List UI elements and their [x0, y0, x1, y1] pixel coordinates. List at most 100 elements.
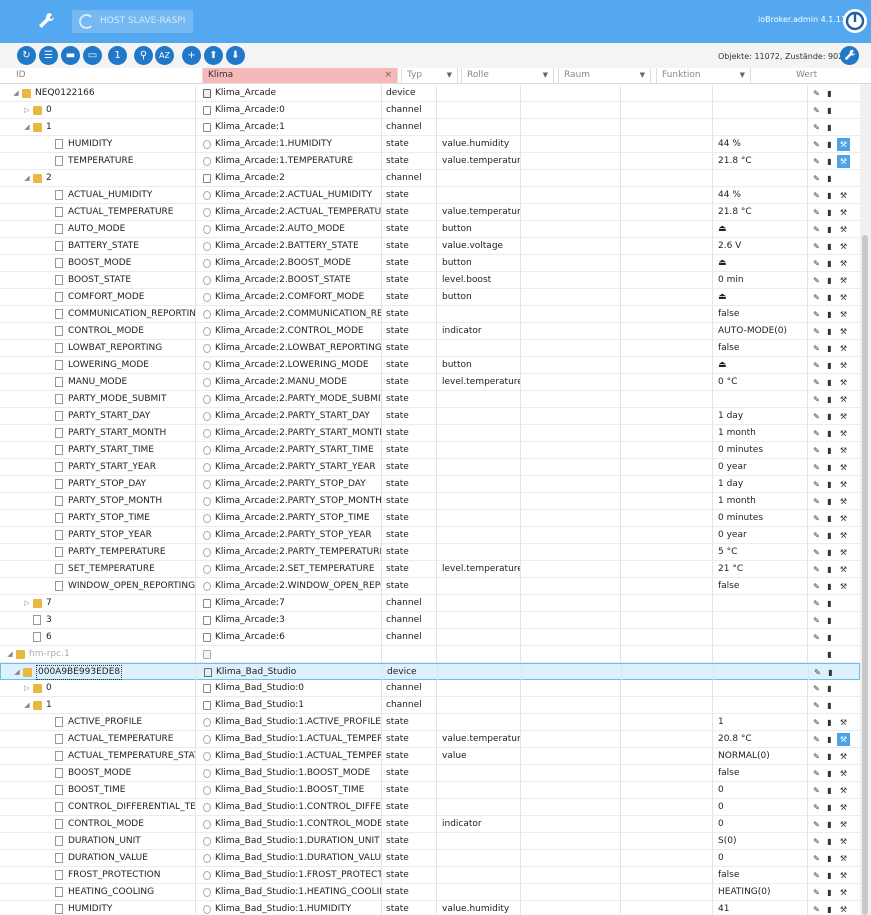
wrench-icon[interactable]: ⚒ [839, 429, 848, 438]
edit-icon[interactable]: ✎ [812, 259, 821, 268]
download-icon[interactable]: ⬇ [226, 46, 245, 65]
delete-icon[interactable]: ▮ [825, 514, 834, 523]
collapse-toggle-icon[interactable]: ◢ [12, 85, 20, 102]
wrench-icon[interactable]: ⚒ [839, 225, 848, 234]
wrench-icon[interactable]: ⚒ [839, 514, 848, 523]
table-row[interactable]: PARTY_TEMPERATURE Klima_Arcade:2.PARTY_TE… [0, 544, 860, 561]
expand-toggle-icon[interactable]: ▷ [23, 595, 31, 612]
table-row[interactable]: WINDOW_OPEN_REPORTING Klima_Arcade:2.WIND… [0, 578, 860, 595]
list-view-icon[interactable]: ☰ [39, 46, 58, 65]
delete-icon[interactable]: ▮ [825, 429, 834, 438]
delete-icon[interactable]: ▮ [825, 854, 834, 863]
wrench-icon[interactable]: ⚒ [839, 463, 848, 472]
edit-icon[interactable]: ✎ [812, 735, 821, 744]
delete-icon[interactable]: ▮ [825, 327, 834, 336]
edit-icon[interactable]: ✎ [812, 463, 821, 472]
wrench-icon[interactable]: ⚒ [839, 378, 848, 387]
expand-toggle-icon[interactable]: ▷ [23, 680, 31, 697]
table-row[interactable]: COMMUNICATION_REPORTING Klima_Arcade:2.CO… [0, 306, 860, 323]
filter-icon[interactable]: ⚲ [134, 46, 153, 65]
table-row[interactable]: FROST_PROTECTION Klima_Bad_Studio:1.FROST… [0, 867, 860, 884]
wrench-icon[interactable]: ⚒ [839, 344, 848, 353]
edit-icon[interactable]: ✎ [812, 395, 821, 404]
edit-icon[interactable]: ✎ [812, 174, 821, 183]
edit-icon[interactable]: ✎ [812, 888, 821, 897]
table-row[interactable]: ACTIVE_PROFILE Klima_Bad_Studio:1.ACTIVE_… [0, 714, 860, 731]
clear-filter-icon[interactable]: × [384, 68, 392, 83]
edit-icon[interactable]: ✎ [812, 514, 821, 523]
wrench-settings-icon[interactable] [840, 46, 859, 65]
delete-icon[interactable]: ▮ [825, 123, 834, 132]
delete-icon[interactable]: ▮ [825, 259, 834, 268]
delete-icon[interactable]: ▮ [825, 225, 834, 234]
wrench-icon[interactable]: ⚒ [839, 718, 848, 727]
table-row[interactable]: ◢ hm-rpc.1 ▮ [0, 646, 860, 663]
wrench-icon[interactable]: ⚒ [839, 293, 848, 302]
sort-az-icon[interactable]: AZ [155, 46, 174, 65]
wrench-icon[interactable]: ⚒ [839, 820, 848, 829]
table-row[interactable]: BOOST_MODE Klima_Bad_Studio:1.BOOST_MODE s… [0, 765, 860, 782]
folder-icon[interactable]: ▬ [61, 46, 80, 65]
edit-icon[interactable]: ✎ [812, 854, 821, 863]
table-row[interactable]: ◢ NEQ0122166 Klima_Arcade device ✎ ▮ [0, 85, 860, 102]
table-row[interactable]: SET_TEMPERATURE Klima_Arcade:2.SET_TEMPER… [0, 561, 860, 578]
edit-icon[interactable]: ✎ [812, 701, 821, 710]
wrench-icon[interactable]: ⚒ [839, 259, 848, 268]
delete-icon[interactable]: ▮ [825, 820, 834, 829]
edit-icon[interactable]: ✎ [812, 820, 821, 829]
edit-icon[interactable]: ✎ [812, 106, 821, 115]
delete-icon[interactable]: ▮ [825, 548, 834, 557]
edit-icon[interactable]: ✎ [812, 140, 821, 149]
typ-filter[interactable]: Typ ▼ [401, 68, 458, 84]
table-row[interactable]: BOOST_STATE Klima_Arcade:2.BOOST_STATE sta… [0, 272, 860, 289]
cell-value[interactable]: ⏏ [714, 221, 808, 238]
wrench-icon[interactable]: ⚒ [839, 412, 848, 421]
wrench-icon[interactable]: ⚒ [839, 446, 848, 455]
table-row[interactable]: ACTUAL_TEMPERATURE Klima_Arcade:2.ACTUAL_… [0, 204, 860, 221]
table-row[interactable]: PARTY_START_YEAR Klima_Arcade:2.PARTY_STA… [0, 459, 860, 476]
edit-icon[interactable]: ✎ [812, 310, 821, 319]
wrench-icon[interactable]: ⚒ [839, 497, 848, 506]
wrench-icon[interactable]: ⚒ [839, 395, 848, 404]
cell-value[interactable]: ⏏ [714, 289, 808, 306]
edit-icon[interactable]: ✎ [812, 157, 821, 166]
delete-icon[interactable]: ▮ [825, 378, 834, 387]
table-row[interactable]: PARTY_START_MONTH Klima_Arcade:2.PARTY_ST… [0, 425, 860, 442]
delete-icon[interactable]: ▮ [825, 140, 834, 149]
table-row[interactable]: DURATION_UNIT Klima_Bad_Studio:1.DURATION… [0, 833, 860, 850]
collapse-toggle-icon[interactable]: ◢ [6, 646, 14, 663]
wrench-icon[interactable]: ⚒ [839, 276, 848, 285]
table-row[interactable]: ◢ 1 Klima_Bad_Studio:1 channel ✎ ▮ [0, 697, 860, 714]
edit-icon[interactable]: ✎ [812, 548, 821, 557]
delete-icon[interactable]: ▮ [825, 718, 834, 727]
counter-icon[interactable]: 1 [108, 46, 127, 65]
delete-icon[interactable]: ▮ [825, 412, 834, 421]
wrench-icon[interactable]: ⚒ [839, 191, 848, 200]
edit-icon[interactable]: ✎ [812, 684, 821, 693]
edit-icon[interactable]: ✎ [812, 276, 821, 285]
wrench-icon[interactable]: ⚒ [839, 837, 848, 846]
table-row[interactable]: ◢ 2 Klima_Arcade:2 channel ✎ ▮ [0, 170, 860, 187]
power-icon[interactable] [843, 9, 867, 33]
delete-icon[interactable]: ▮ [825, 735, 834, 744]
edit-icon[interactable]: ✎ [812, 752, 821, 761]
collapse-toggle-icon[interactable]: ◢ [23, 170, 31, 187]
table-row[interactable]: PARTY_STOP_DAY Klima_Arcade:2.PARTY_STOP_… [0, 476, 860, 493]
delete-icon[interactable]: ▮ [825, 242, 834, 251]
table-row[interactable]: 3 Klima_Arcade:3 channel ✎ ▮ [0, 612, 860, 629]
wrench-icon[interactable]: ⚒ [837, 155, 850, 168]
cell-value[interactable]: ⏏ [714, 357, 808, 374]
edit-icon[interactable]: ✎ [812, 327, 821, 336]
folder-open-icon[interactable]: ▭ [83, 46, 102, 65]
edit-icon[interactable]: ✎ [812, 89, 821, 98]
edit-icon[interactable]: ✎ [812, 769, 821, 778]
edit-icon[interactable]: ✎ [812, 412, 821, 421]
delete-icon[interactable]: ▮ [825, 786, 834, 795]
delete-icon[interactable]: ▮ [825, 208, 834, 217]
delete-icon[interactable]: ▮ [825, 531, 834, 540]
table-row[interactable]: BOOST_MODE Klima_Arcade:2.BOOST_MODE state… [0, 255, 860, 272]
delete-icon[interactable]: ▮ [825, 565, 834, 574]
delete-icon[interactable]: ▮ [825, 497, 834, 506]
wrench-icon[interactable]: ⚒ [839, 803, 848, 812]
table-row[interactable]: AUTO_MODE Klima_Arcade:2.AUTO_MODE state bu… [0, 221, 860, 238]
